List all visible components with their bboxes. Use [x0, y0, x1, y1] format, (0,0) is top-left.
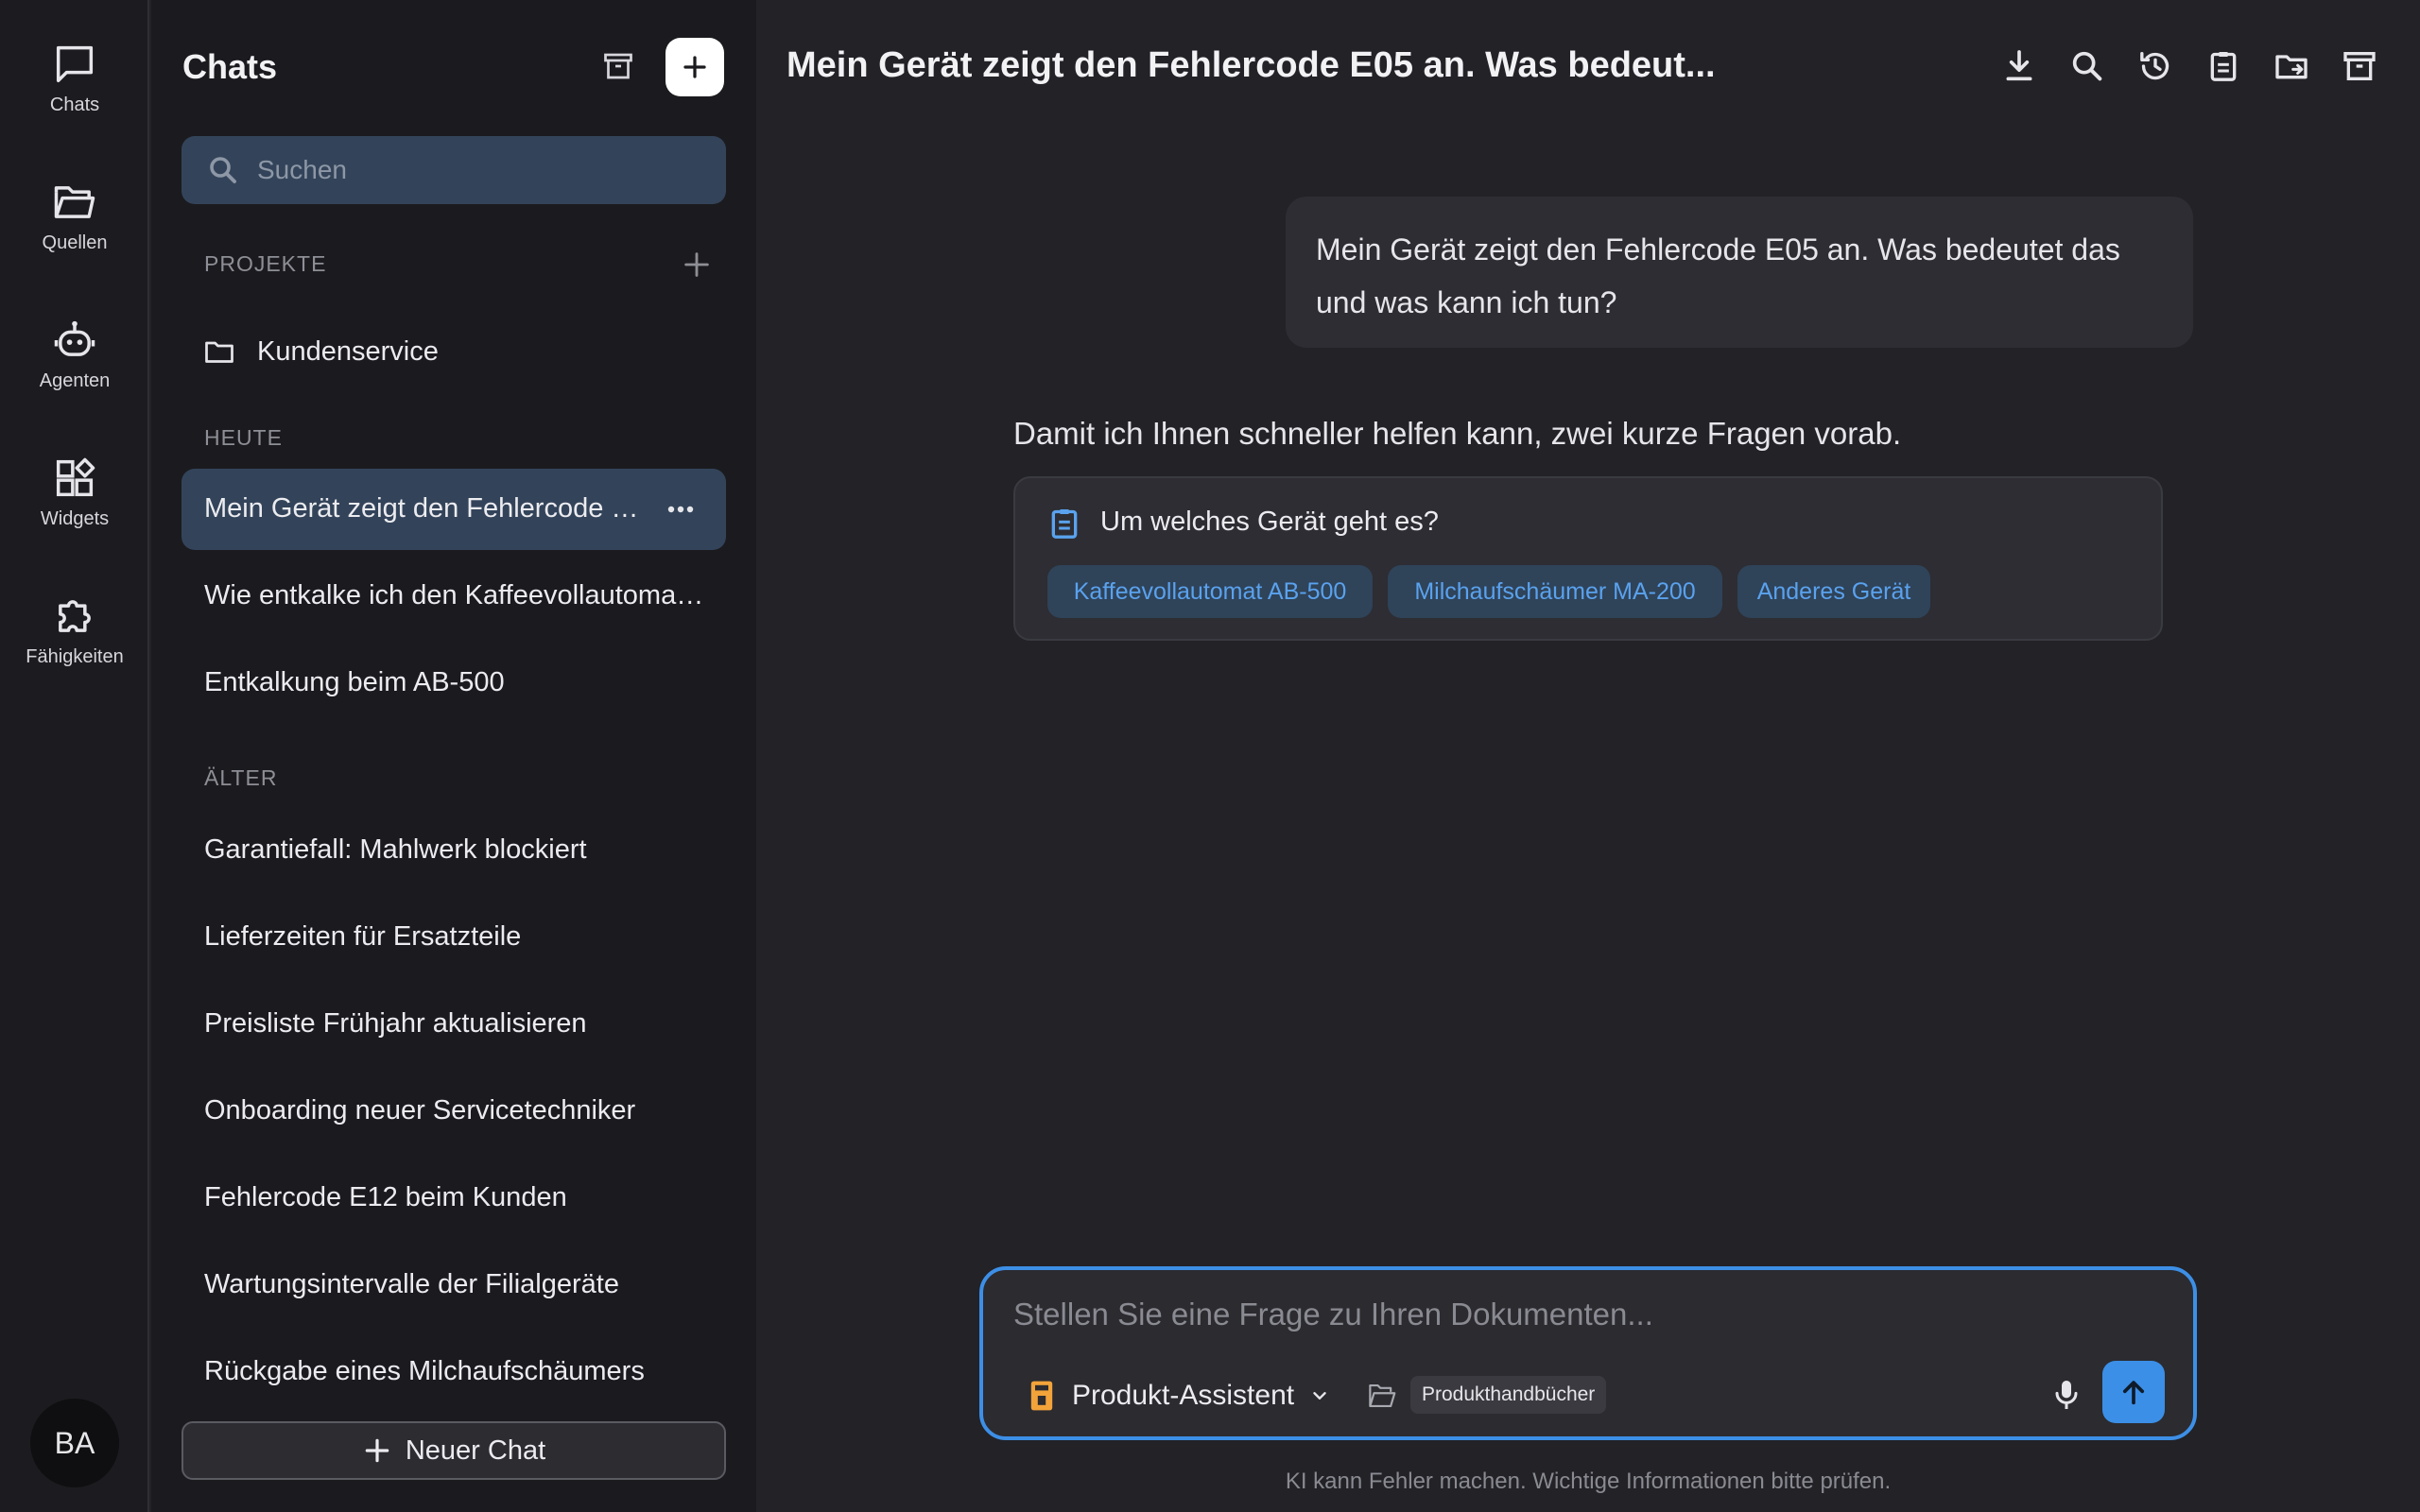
new-chat-label: Neuer Chat [405, 1435, 546, 1466]
chat-item[interactable]: Fehlercode E12 beim Kunden [182, 1158, 726, 1239]
rail-label: Widgets [40, 508, 110, 529]
chat-item[interactable]: Rückgabe eines Milchaufschäumers [182, 1332, 726, 1413]
search-icon [210, 157, 236, 183]
new-chat-button[interactable]: Neuer Chat [182, 1421, 726, 1480]
chat-item-label: Rückgabe eines Milchaufschäumers [204, 1356, 645, 1386]
archive-icon[interactable] [601, 49, 635, 83]
rail-item-sources[interactable]: Quellen [0, 176, 149, 289]
widgets-icon [56, 457, 95, 497]
user-message: Mein Gerät zeigt den Fehlercode E05 an. … [1286, 197, 2193, 348]
folder-open-icon [54, 186, 95, 218]
project-label: Kundenservice [257, 336, 439, 367]
chat-item-label: Lieferzeiten für Ersatzteile [204, 921, 522, 952]
user-message-text: Mein Gerät zeigt den Fehlercode E05 an. … [1316, 232, 2120, 319]
arrow-up-icon [2122, 1381, 2145, 1405]
folder-icon [205, 341, 233, 363]
rail-label: Fähigkeiten [26, 646, 124, 667]
chat-item-label: Onboarding neuer Servicetechniker [204, 1095, 636, 1125]
question-text: Um welches Gerät geht es? [1100, 507, 1439, 537]
rail-label: Quellen [42, 232, 108, 253]
message-input[interactable] [1013, 1297, 2148, 1342]
option-chip[interactable]: Anderes Gerät [1737, 565, 1930, 618]
option-chip[interactable]: Milchaufschäumer MA-200 [1388, 565, 1722, 618]
search-icon[interactable] [2068, 47, 2106, 85]
search-field [182, 136, 726, 204]
rail-item-agents[interactable]: Agenten [0, 314, 149, 427]
chat-item[interactable]: Garantiefall: Mahlwerk blockiert [182, 810, 726, 891]
history-icon[interactable] [2136, 47, 2174, 85]
chat-item[interactable]: Wie entkalke ich den Kaffeevollautomaten… [182, 556, 726, 637]
puzzle-icon [59, 600, 91, 632]
chat-item[interactable]: Preisliste Frühjahr aktualisieren [182, 984, 726, 1065]
chat-item-active[interactable]: Mein Gerät zeigt den Fehlercode E05 an. … [182, 469, 726, 550]
disclaimer-text: KI kann Fehler machen. Wichtige Informat… [1285, 1469, 1892, 1494]
add-project-icon[interactable] [681, 249, 713, 281]
plus-icon [365, 1438, 389, 1463]
rail-item-skills[interactable]: Fähigkeiten [0, 590, 149, 703]
chat-item-label: Preisliste Frühjahr aktualisieren [204, 1008, 587, 1039]
rail-item-chats[interactable]: Chats [0, 38, 149, 151]
new-chat-icon-button[interactable] [666, 38, 724, 96]
section-label-today: HEUTE [204, 425, 283, 450]
conversation-title: Mein Gerät zeigt den Fehlercode E05 an. … [786, 45, 1716, 85]
chevron-down-icon [1313, 1392, 1326, 1400]
chat-bubble-icon [56, 45, 94, 83]
chat-item-label: Mein Gerät zeigt den Fehlercode E05 an. … [204, 493, 639, 524]
question-card: Um welches Gerät geht es? Kaffeevollauto… [1013, 476, 2163, 641]
chat-item-label: Wie entkalke ich den Kaffeevollautomaten… [204, 580, 705, 610]
avatar[interactable]: BA [30, 1399, 119, 1487]
rail-label: Agenten [39, 370, 111, 391]
download-icon[interactable] [2000, 47, 2038, 85]
chat-item[interactable]: Onboarding neuer Servicetechniker [182, 1071, 726, 1152]
message-composer: Produkt-Assistent Produkthandbücher [979, 1266, 2197, 1440]
folder-open-icon [1369, 1384, 1396, 1407]
robot-icon [54, 320, 95, 356]
folder-move-icon[interactable] [2273, 47, 2310, 85]
agent-label: Produkt-Assistent [1072, 1380, 1295, 1411]
app-rail: Chats Quellen Agenten Widgets Fähigkeite… [0, 0, 149, 1512]
send-button[interactable] [2102, 1361, 2165, 1423]
option-chip[interactable]: Kaffeevollautomat AB-500 [1047, 565, 1373, 618]
coffee-machine-icon [1030, 1381, 1053, 1411]
chat-item[interactable]: Wartungsintervalle der Filialgeräte [182, 1245, 726, 1326]
archive-icon[interactable] [2341, 47, 2378, 85]
project-item-kundenservice[interactable]: Kundenservice [182, 325, 726, 378]
chat-item-label: Garantiefall: Mahlwerk blockiert [204, 834, 587, 865]
assistant-message-text: Damit ich Ihnen schneller helfen kann, z… [1013, 416, 1902, 451]
clipboard-icon[interactable] [2204, 47, 2242, 85]
source-badge[interactable]: Produkthandbücher [1410, 1376, 1607, 1414]
section-label-projects: PROJEKTE [204, 251, 327, 276]
microphone-icon[interactable] [2048, 1376, 2085, 1414]
chat-item[interactable]: Lieferzeiten für Ersatzteile [182, 897, 726, 978]
clipboard-list-icon [1051, 509, 1078, 539]
chat-item[interactable]: Entkalkung beim AB-500 [182, 643, 726, 724]
chat-main: Mein Gerät zeigt den Fehlercode E05 an. … [756, 0, 2420, 1512]
chat-item-label: Wartungsintervalle der Filialgeräte [204, 1269, 619, 1299]
chat-item-label: Fehlercode E12 beim Kunden [204, 1182, 567, 1212]
rail-item-widgets[interactable]: Widgets [0, 452, 149, 565]
plus-icon [683, 56, 706, 78]
chat-item-label: Entkalkung beim AB-500 [204, 667, 505, 697]
search-input[interactable] [257, 136, 711, 204]
sidebar-title: Chats [182, 47, 278, 86]
more-options-icon[interactable] [664, 495, 698, 524]
section-label-older: ÄLTER [204, 765, 278, 790]
agent-selector[interactable]: Produkt-Assistent [1028, 1370, 1330, 1421]
rail-label: Chats [49, 94, 100, 115]
chat-sidebar: Chats PROJEKTE Kundenservice HEUTE Mein … [151, 0, 756, 1512]
